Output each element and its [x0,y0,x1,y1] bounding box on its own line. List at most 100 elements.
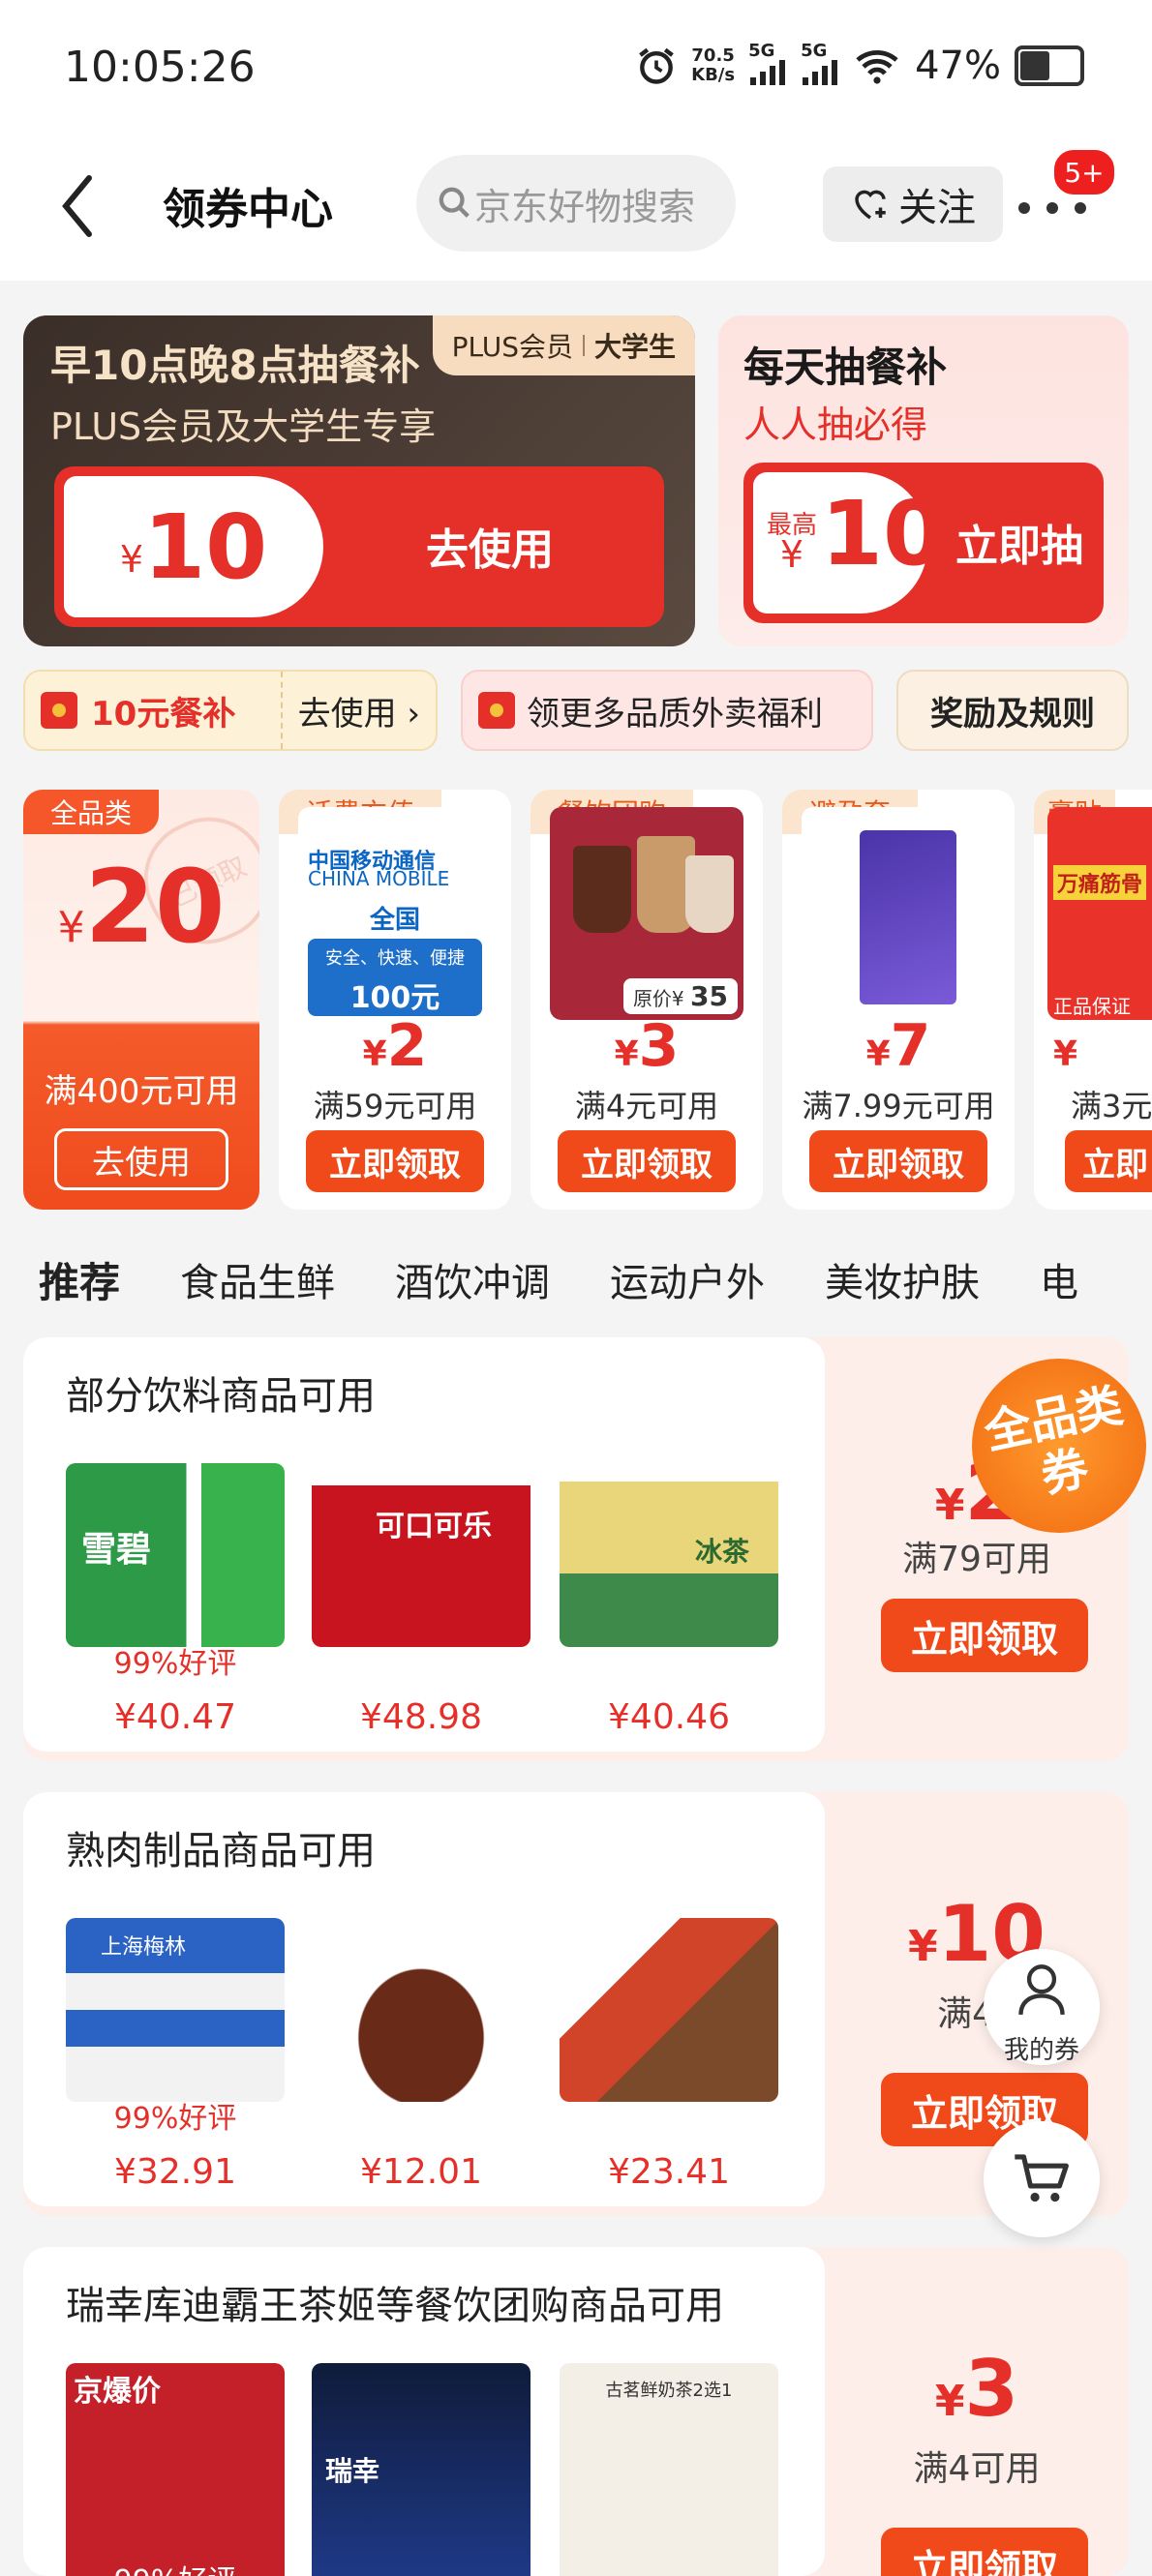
daily-draw-subtitle: 人人抽必得 [743,404,928,446]
all-category-coupon[interactable]: 全品类 已领取 ¥20 满400元可用 去使用 [23,790,259,1210]
more-benefits-bar[interactable]: 领更多品质外卖福利 [461,670,873,751]
coupon-scope-title: 瑞幸库迪霸王茶姬等餐饮团购商品可用 [66,2284,724,2328]
wifi-icon [856,49,898,84]
coupon-amount: ¥3 [934,2344,1019,2434]
more-icon [1018,202,1030,214]
coupon-condition: 满4元可用 [574,1088,719,1124]
coupon-scope-title: 部分饮料商品可用 [66,1374,376,1419]
claim-button[interactable]: 立即领取 [881,1599,1088,1672]
coupon-icon [41,692,77,729]
coupon-amount: ¥20 [57,848,226,966]
coupon-card-condom[interactable]: 避孕套 ¥7 满7.99元可用 立即领取 [782,790,1015,1210]
product-list: 瑞幸库迪霸王茶姬等餐饮团购商品可用 京爆价 99%好评 瑞幸 古茗鲜奶茶2选1 [23,2247,825,2576]
search-icon [439,187,470,218]
price: ¥40.46 [608,1697,730,1737]
cart-button[interactable] [984,2121,1100,2237]
coffee-image: 原价¥ 35 [550,807,743,1020]
status-bar: 10:05:26 70.5 KB/s 5G 5G 47% [0,0,1152,135]
china-mobile-image: 中国移动通信 CHINA MOBILE 全国 安全、快速、便捷 100元 [298,807,492,1020]
coke-image: 可口可乐 [312,1463,531,1647]
rating: 99%好评 [113,1647,237,1681]
member-tags: PLUS会员 大学生 [432,315,695,375]
coupon-scope-title: 熟肉制品商品可用 [66,1829,376,1873]
claim-button[interactable]: 立即领取 [809,1130,987,1192]
battery-percent: 47% [915,44,1001,88]
coupon-condition: 满400元可用 [44,1072,239,1111]
product-box-image [802,807,995,1020]
coupon-card-catering[interactable]: 餐饮团购 原价¥ 35 ¥3 满4元可用 立即领取 [531,790,763,1210]
status-time: 10:05:26 [64,43,256,92]
tab-food-fresh[interactable]: 食品生鲜 [180,1251,335,1307]
claim-button[interactable]: 立即领取 [881,2528,1088,2576]
meal-coupon[interactable]: ¥10 去使用 [54,466,664,627]
coupon-amount: ¥ [1053,1034,1078,1074]
product-coupon-meat[interactable]: 熟肉制品商品可用 上海梅林 99%好评 ¥32.91 ¥12.01 ¥23.41… [23,1792,1129,2216]
coupon-card-plaster[interactable]: 膏贴 万痛筋骨 正品保证 ¥ 满3元 立即 [1034,790,1152,1210]
rules-button[interactable]: 奖励及规则 [896,670,1129,751]
battery-icon [1015,45,1084,86]
tab-recommend[interactable]: 推荐 [39,1250,120,1309]
product-coupon-drinks[interactable]: 部分饮料商品可用 雪碧 99%好评 ¥40.47 可口可乐 ¥48.98 冰茶 … [23,1337,1129,1761]
cart-icon [1015,2154,1069,2202]
coupon-condition: 满3元 [1071,1088,1152,1124]
canned-meat-image: 上海梅林 [66,1918,285,2102]
follow-label: 关注 [898,186,976,230]
claim-button[interactable]: 立即领取 [558,1130,736,1192]
banner-subtitle: PLUS会员及大学生专享 [50,405,437,448]
claim-button[interactable]: 立即 [1065,1130,1152,1192]
coupon-amount: ¥7 [865,1012,931,1080]
search-input[interactable]: 京东好物搜索 [416,155,736,252]
banner-title: 早10点晚8点抽餐补 [50,342,420,389]
meal-subsidy-label: 10元餐补 [91,694,236,734]
rating: 99%好评 [113,2102,237,2136]
meal-subsidy-bar[interactable]: 10元餐补 去使用 › [23,670,438,751]
follow-button[interactable]: 关注 [823,166,1003,242]
milk-tea-image: 古茗鲜奶茶2选1 [560,2363,778,2576]
coupon-condition: 满7.99元可用 [802,1088,995,1124]
claim-button[interactable]: 立即领取 [306,1130,484,1192]
coupon-icon [478,692,515,729]
go-use-link[interactable]: 去使用 › [280,672,436,749]
net-speed: 70.5 KB/s [691,45,736,85]
price: ¥23.41 [608,2152,730,2192]
tab-outdoor[interactable]: 运动户外 [610,1251,765,1307]
coupon-card-phone[interactable]: 话费充值 中国移动通信 CHINA MOBILE 全国 安全、快速、便捷 100… [279,790,511,1210]
heart-plus-icon [855,190,886,220]
tab-electronics[interactable]: 电 [1040,1251,1078,1307]
draw-now-button[interactable]: 立即抽 [937,511,1102,573]
jerky-image [560,1918,778,2102]
use-coupon-button[interactable]: 去使用 [345,515,635,577]
coupon-condition: 满59元可用 [313,1088,477,1124]
signal-icon: 5G [748,43,787,89]
coupon-condition: 满4可用 [913,2449,1041,2489]
message-badge: 5+ [1051,147,1117,197]
sprite-image: 雪碧 [66,1463,285,1647]
search-placeholder: 京东好物搜索 [474,185,696,228]
braised-meat-image [312,1918,531,2102]
product-list: 部分饮料商品可用 雪碧 99%好评 ¥40.47 可口可乐 ¥48.98 冰茶 … [23,1337,825,1752]
my-coupons-button[interactable]: 我的券 [984,1949,1100,2065]
tab-drinks[interactable]: 酒饮冲调 [395,1251,550,1307]
draw-coupon[interactable]: 最高 ¥ 10 立即抽 [743,463,1104,623]
coupon-condition: 满79可用 [902,1540,1051,1579]
my-coupons-label: 我的券 [1003,2036,1079,2065]
luckin-image: 瑞幸 [312,2363,531,2576]
tab-beauty[interactable]: 美妆护肤 [825,1251,980,1307]
header: 领券中心 京东好物搜索 关注 5+ [0,135,1152,281]
coupon-amount: ¥2 [362,1012,428,1080]
alarm-icon [639,47,674,84]
user-icon [1018,1964,1065,2016]
coupon-amount: ¥3 [614,1012,680,1080]
coupon-amount: ¥10 [64,476,323,617]
price: ¥48.98 [360,1697,482,1737]
plus-meal-banner[interactable]: 早10点晚8点抽餐补 PLUS会员 大学生 PLUS会员及大学生专享 ¥10 去使… [23,315,695,646]
coupon-tag: 全品类 [23,790,160,834]
product-coupon-catering[interactable]: 瑞幸库迪霸王茶姬等餐饮团购商品可用 京爆价 99%好评 瑞幸 古茗鲜奶茶2选1 … [23,2247,1129,2576]
daily-draw-banner[interactable]: 每天抽餐补 人人抽必得 最高 ¥ 10 立即抽 [718,315,1129,646]
back-button[interactable] [58,172,116,250]
signal-icon-2: 5G [801,43,839,89]
plaster-image: 万痛筋骨 正品保证 [1047,807,1152,1020]
coffee-promo-image: 京爆价 [66,2363,285,2576]
rating: 99%好评 [66,2557,285,2576]
use-button[interactable]: 去使用 [54,1128,228,1190]
